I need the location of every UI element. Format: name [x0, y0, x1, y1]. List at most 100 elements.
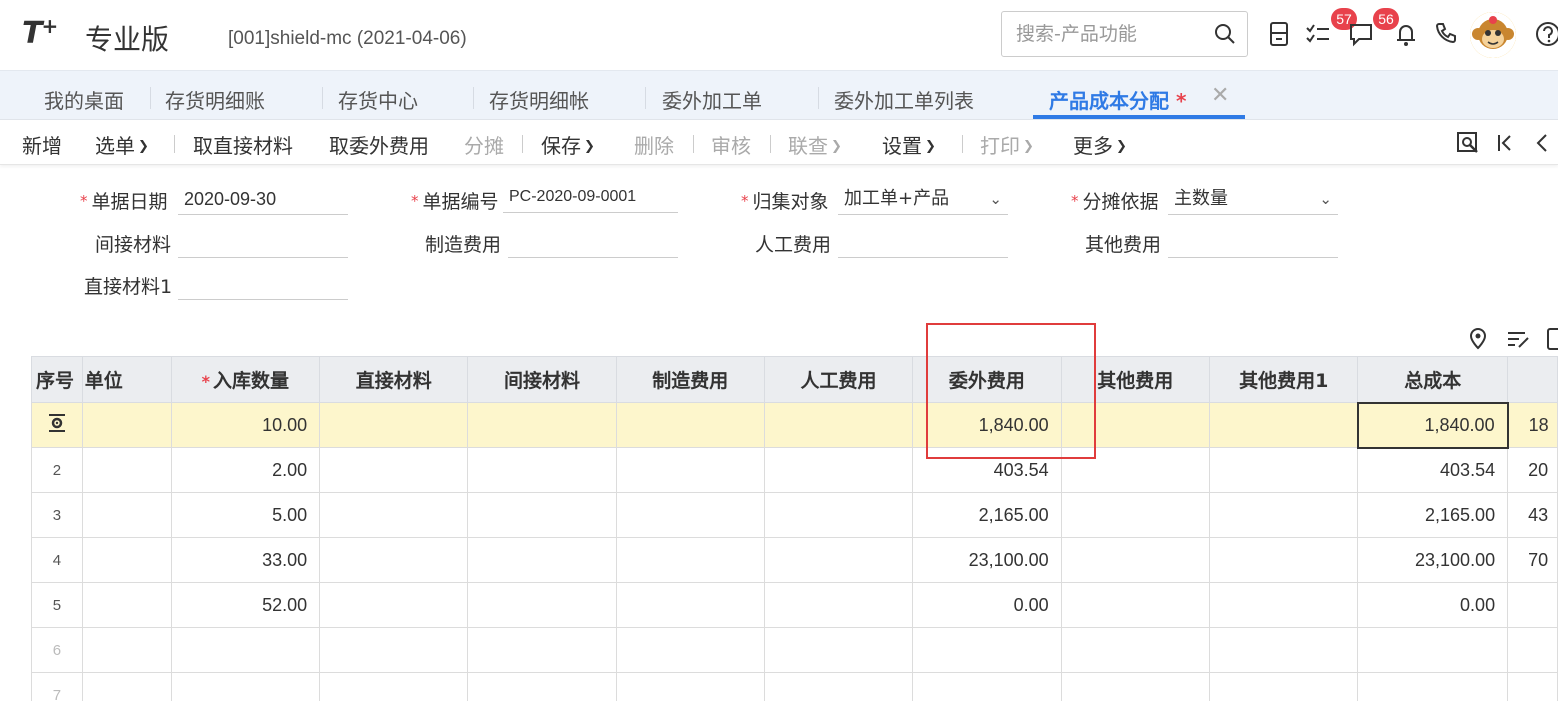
cell-labor[interactable]	[763, 537, 914, 583]
cell-other1[interactable]	[1208, 402, 1359, 448]
cell-extra[interactable]: 20	[1507, 447, 1558, 493]
cell-outsource[interactable]: 1,840.00	[912, 402, 1062, 448]
cell-qty[interactable]: 33.00	[170, 537, 321, 583]
collect-target-select[interactable]: 加工单+产品 ⌄	[838, 185, 1008, 215]
cell-total[interactable]: 1,840.00	[1356, 401, 1509, 449]
cell-unit[interactable]	[81, 537, 172, 583]
cell-indirect[interactable]	[467, 672, 617, 701]
cell-other[interactable]	[1060, 447, 1210, 493]
table-row[interactable]: 10.00 1,840.00 1,840.00 18	[31, 401, 1558, 449]
col-mfg-overhead[interactable]: 制造费用	[615, 356, 765, 403]
cell-outsource[interactable]: 403.54	[912, 447, 1062, 493]
cell-total[interactable]: 2,165.00	[1357, 492, 1509, 538]
cell-qty[interactable]	[170, 672, 321, 701]
todo-list-icon[interactable]	[1304, 20, 1332, 48]
allocate-button[interactable]: 分摊	[464, 130, 504, 159]
cell-qty[interactable]: 2.00	[170, 447, 321, 493]
cell-total[interactable]	[1357, 672, 1509, 701]
cell-labor[interactable]	[763, 492, 914, 538]
cell-other1[interactable]	[1208, 537, 1359, 583]
cell-indirect[interactable]	[467, 627, 617, 673]
tab-my-desktop[interactable]: 我的桌面	[44, 85, 124, 114]
cell-other1[interactable]	[1208, 447, 1359, 493]
cell-labor[interactable]	[763, 627, 914, 673]
col-seq[interactable]: 序号	[31, 356, 83, 403]
col-outsource-fee[interactable]: 委外费用	[912, 356, 1062, 403]
cell-total[interactable]: 23,100.00	[1357, 537, 1509, 583]
indirect-material-field[interactable]	[178, 228, 348, 258]
cell-outsource[interactable]	[912, 627, 1062, 673]
cell-qty[interactable]	[170, 627, 321, 673]
cell-unit[interactable]	[81, 492, 172, 538]
col-total-cost[interactable]: 总成本	[1357, 356, 1509, 403]
cell-mfg[interactable]	[615, 627, 765, 673]
cell-mfg[interactable]	[615, 402, 765, 448]
cell-extra[interactable]: 18	[1507, 402, 1558, 448]
cell-extra[interactable]: 70	[1507, 537, 1558, 583]
tab-product-cost-allocation[interactable]: 产品成本分配 *	[1049, 85, 1186, 114]
select-order-button[interactable]: 选单 ❯	[95, 130, 149, 159]
audit-button[interactable]: 审核	[711, 130, 751, 159]
message-icon[interactable]	[1347, 20, 1375, 48]
phone-icon[interactable]	[1432, 20, 1460, 48]
cell-total[interactable]	[1357, 627, 1509, 673]
cell-indirect[interactable]	[467, 537, 617, 583]
table-row[interactable]: 5 52.00 0.00 0.00	[31, 582, 1558, 628]
cell-outsource[interactable]: 23,100.00	[912, 537, 1062, 583]
mfg-overhead-field[interactable]	[508, 228, 678, 258]
cell-other[interactable]	[1060, 672, 1210, 701]
cell-extra[interactable]	[1507, 627, 1558, 673]
table-row[interactable]: 3 5.00 2,165.00 2,165.00 43	[31, 492, 1558, 538]
tab-inventory-detail[interactable]: 存货明细帐	[489, 85, 589, 114]
cell-direct[interactable]	[319, 447, 469, 493]
cell-qty[interactable]: 5.00	[170, 492, 321, 538]
cell-unit[interactable]	[81, 447, 172, 493]
alloc-basis-select[interactable]: 主数量 ⌄	[1168, 185, 1338, 215]
cell-mfg[interactable]	[615, 672, 765, 701]
cell-unit[interactable]	[81, 672, 172, 701]
export-icon[interactable]	[1545, 326, 1558, 352]
cell-labor[interactable]	[763, 447, 914, 493]
col-labor-cost[interactable]: 人工费用	[763, 356, 914, 403]
table-row[interactable]: 2 2.00 403.54 403.54 20	[31, 447, 1558, 493]
close-tab-icon[interactable]: ✕	[1211, 83, 1229, 108]
cell-other1[interactable]	[1208, 627, 1359, 673]
cell-other[interactable]	[1060, 627, 1210, 673]
col-indirect-material[interactable]: 间接材料	[467, 356, 617, 403]
cell-unit[interactable]	[81, 627, 172, 673]
search-icon[interactable]	[1213, 22, 1237, 46]
cell-indirect[interactable]	[467, 582, 617, 628]
cell-extra[interactable]: 43	[1507, 492, 1558, 538]
location-pin-icon[interactable]	[1465, 326, 1491, 352]
cell-other[interactable]	[1060, 492, 1210, 538]
cell-extra[interactable]	[1507, 672, 1558, 701]
new-button[interactable]: 新增	[22, 130, 62, 159]
column-settings-icon[interactable]	[1505, 326, 1531, 352]
previous-record-icon[interactable]	[1528, 130, 1554, 156]
cell-direct[interactable]	[319, 627, 469, 673]
cell-indirect[interactable]	[467, 447, 617, 493]
cell-mfg[interactable]	[615, 537, 765, 583]
col-qty[interactable]: * 入库数量	[170, 356, 321, 403]
row-gear-icon[interactable]	[47, 413, 67, 433]
cell-other[interactable]	[1060, 402, 1210, 448]
cell-labor[interactable]	[763, 582, 914, 628]
cell-qty[interactable]: 52.00	[170, 582, 321, 628]
doc-no-field[interactable]: PC-2020-09-0001	[503, 183, 678, 213]
help-icon[interactable]	[1534, 20, 1558, 48]
user-avatar[interactable]	[1470, 12, 1516, 58]
calculator-icon[interactable]	[1265, 20, 1293, 48]
settings-button[interactable]: 设置 ❯	[882, 130, 936, 159]
first-record-icon[interactable]	[1492, 130, 1518, 156]
cell-direct[interactable]	[319, 492, 469, 538]
tab-outsource-order[interactable]: 委外加工单	[662, 85, 762, 114]
take-direct-material-button[interactable]: 取直接材料	[193, 130, 293, 159]
cell-other1[interactable]	[1208, 492, 1359, 538]
cell-extra[interactable]	[1507, 582, 1558, 628]
cell-labor[interactable]	[763, 672, 914, 701]
cell-outsource[interactable]	[912, 672, 1062, 701]
col-direct-material[interactable]: 直接材料	[319, 356, 469, 403]
tab-outsource-order-list[interactable]: 委外加工单列表	[834, 85, 974, 114]
table-row[interactable]: 7	[31, 672, 1558, 701]
bell-icon[interactable]	[1392, 20, 1420, 48]
